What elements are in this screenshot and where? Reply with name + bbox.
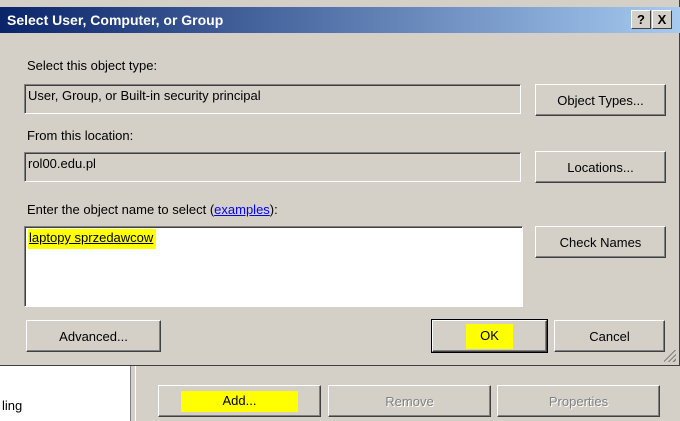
object-name-label-end: ):: [269, 202, 278, 217]
cancel-button-label: Cancel: [589, 328, 630, 344]
check-names-button-label: Check Names: [559, 234, 642, 250]
locations-button-label: Locations...: [567, 159, 634, 175]
ok-button-label: OK: [466, 323, 513, 349]
location-label: From this location:: [27, 128, 134, 143]
dialog-titlebar[interactable]: Select User, Computer, or Group ? X: [0, 7, 680, 33]
object-name-label-text: Enter the object name to select (: [27, 202, 215, 217]
properties-button[interactable]: Properties: [497, 385, 660, 417]
object-name-label: Enter the object name to select (example…: [27, 202, 278, 217]
locations-button[interactable]: Locations...: [535, 151, 666, 183]
examples-link[interactable]: examples: [214, 202, 270, 217]
object-types-button-label: Object Types...: [557, 92, 644, 108]
cancel-button[interactable]: Cancel: [554, 320, 665, 352]
check-names-button[interactable]: Check Names: [535, 226, 666, 258]
dialog-title: Select User, Computer, or Group: [7, 12, 224, 28]
close-button[interactable]: X: [652, 10, 672, 29]
remove-button-label: Remove: [385, 393, 434, 409]
location-value: rol00.edu.pl: [28, 156, 96, 171]
object-type-label: Select this object type:: [27, 58, 158, 73]
location-field: rol00.edu.pl: [24, 152, 521, 182]
background-list-item[interactable]: ling: [2, 398, 22, 413]
add-button[interactable]: Add...: [158, 385, 321, 417]
resize-grip[interactable]: [664, 350, 676, 362]
object-type-value: User, Group, or Built-in security princi…: [28, 88, 261, 103]
help-button[interactable]: ?: [631, 10, 651, 29]
remove-button[interactable]: Remove: [328, 385, 491, 417]
advanced-button-label: Advanced...: [59, 328, 128, 344]
properties-button-label: Properties: [548, 393, 609, 409]
add-button-label: Add...: [180, 390, 299, 412]
object-types-button[interactable]: Object Types...: [535, 84, 666, 116]
select-user-dialog: Select User, Computer, or Group ? X Sele…: [0, 0, 680, 366]
object-type-field: User, Group, or Built-in security princi…: [24, 84, 521, 114]
object-name-value: laptopy sprzedawcow: [28, 229, 157, 249]
advanced-button[interactable]: Advanced...: [26, 320, 161, 352]
object-name-input[interactable]: laptopy sprzedawcow: [24, 226, 523, 307]
ok-button[interactable]: OK: [431, 319, 548, 353]
